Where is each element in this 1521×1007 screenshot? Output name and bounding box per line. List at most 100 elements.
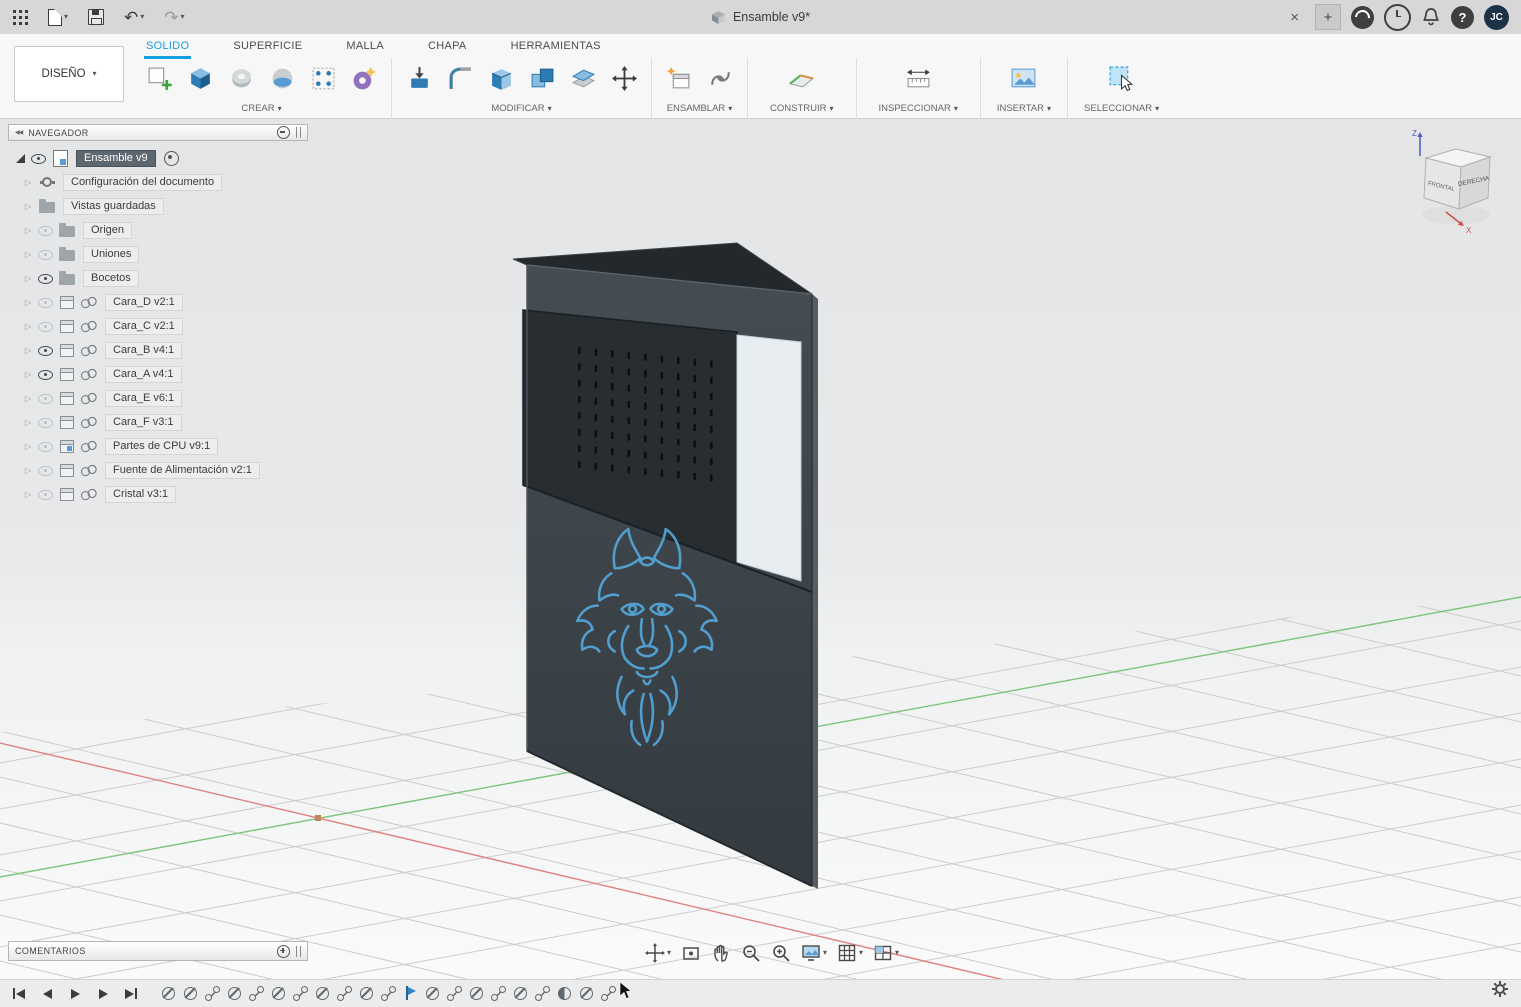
coil-button[interactable] (346, 59, 382, 97)
new-component-button[interactable] (661, 59, 697, 97)
insert-image-button[interactable] (1006, 59, 1042, 97)
undo-button[interactable]: ↶ ▾ (121, 4, 147, 30)
tree-item-named-views[interactable]: ▷ Vistas guardadas (8, 194, 328, 218)
step-forward-button[interactable] (92, 985, 114, 1003)
notifications-bell-icon[interactable] (1421, 6, 1441, 28)
section-feature-icon[interactable] (556, 985, 573, 1002)
joint-feature-icon[interactable] (600, 985, 617, 1002)
group-label-inspeccionar[interactable]: INSPECCIONAR ▾ (879, 103, 958, 114)
visibility-eye-icon[interactable] (36, 462, 56, 478)
create-sketch-button[interactable] (141, 59, 177, 97)
expand-arrow-icon[interactable]: ▷ (20, 418, 36, 427)
ground-feature-icon[interactable] (314, 985, 331, 1002)
expand-arrow-icon[interactable]: ▷ (20, 346, 36, 355)
ground-feature-icon[interactable] (468, 985, 485, 1002)
display-settings-button[interactable]: ▾ (798, 941, 830, 965)
expand-arrow-icon[interactable]: ▷ (20, 298, 36, 307)
visibility-eye-icon[interactable] (36, 486, 56, 502)
joint-feature-icon[interactable] (490, 985, 507, 1002)
visibility-eye-icon[interactable] (36, 342, 56, 358)
ground-feature-icon[interactable] (424, 985, 441, 1002)
close-tab-button[interactable]: × (1290, 9, 1299, 26)
joint-feature-icon[interactable] (248, 985, 265, 1002)
tree-item-cristal[interactable]: ▷ Cristal v3:1 (8, 482, 328, 506)
expand-arrow-icon[interactable]: ▷ (20, 442, 36, 451)
user-avatar[interactable]: JC (1484, 4, 1509, 30)
select-button[interactable] (1104, 59, 1140, 97)
visibility-eye-icon[interactable] (36, 270, 56, 286)
group-label-crear[interactable]: CREAR ▾ (241, 103, 281, 114)
tree-item-cara-b[interactable]: ▷ Cara_B v4:1 (8, 338, 328, 362)
visibility-eye-icon[interactable] (36, 366, 56, 382)
visibility-eye-icon[interactable] (36, 438, 56, 454)
tree-item-cara-c[interactable]: ▷ Cara_C v2:1 (8, 314, 328, 338)
panel-grip-icon[interactable] (296, 127, 301, 138)
viewports-button[interactable]: ▾ (870, 941, 902, 965)
new-tab-button[interactable]: + (1315, 4, 1341, 30)
ground-feature-icon[interactable] (578, 985, 595, 1002)
tree-item-document-settings[interactable]: ▷ Configuración del documento (8, 170, 328, 194)
ground-feature-icon[interactable] (226, 985, 243, 1002)
joint-feature-icon[interactable] (292, 985, 309, 1002)
tree-item-origin[interactable]: ▷ Origen (8, 218, 328, 242)
job-status-icon[interactable] (1384, 3, 1411, 31)
expand-arrow-icon[interactable]: ▷ (20, 466, 36, 475)
measure-button[interactable] (900, 59, 936, 97)
view-cube[interactable]: FRONTAL DERECHA Z X (1398, 126, 1508, 241)
construction-plane-button[interactable] (784, 59, 820, 97)
look-at-button[interactable] (678, 941, 704, 965)
expand-comments-icon[interactable] (277, 944, 290, 958)
shell-button[interactable] (483, 59, 519, 97)
tree-item-cara-e[interactable]: ▷ Cara_E v6:1 (8, 386, 328, 410)
expand-arrow-icon[interactable]: ▷ (20, 274, 36, 283)
sphere-button[interactable] (264, 59, 300, 97)
visibility-eye-icon[interactable] (36, 222, 56, 238)
extensions-icon[interactable] (1351, 5, 1374, 29)
panel-grip-icon[interactable] (296, 945, 301, 957)
tree-item-cara-f[interactable]: ▷ Cara_F v3:1 (8, 410, 328, 434)
press-pull-button[interactable] (401, 59, 437, 97)
timeline-settings-gear-icon[interactable] (1491, 980, 1509, 1003)
pan-button[interactable] (708, 941, 734, 965)
tree-item-partes-cpu[interactable]: ▷ Partes de CPU v9:1 (8, 434, 328, 458)
expand-arrow-icon[interactable]: ▷ (20, 202, 36, 211)
expand-arrow-icon[interactable]: ▷ (20, 178, 36, 187)
group-label-modificar[interactable]: MODIFICAR ▾ (491, 103, 551, 114)
timeline-marker-cursor-icon[interactable] (619, 981, 633, 1005)
visibility-eye-icon[interactable] (29, 150, 49, 166)
go-to-start-button[interactable] (8, 985, 30, 1003)
pattern-button[interactable] (305, 59, 341, 97)
ground-feature-icon[interactable] (270, 985, 287, 1002)
activate-component-radio[interactable] (163, 150, 179, 166)
app-grid-menu-button[interactable] (10, 4, 31, 30)
offset-face-button[interactable] (565, 59, 601, 97)
play-button[interactable] (64, 985, 86, 1003)
joint-feature-icon[interactable] (446, 985, 463, 1002)
comments-panel-header[interactable]: COMENTARIOS (8, 941, 308, 961)
step-back-button[interactable] (36, 985, 58, 1003)
tree-item-cara-a[interactable]: ▷ Cara_A v4:1 (8, 362, 328, 386)
help-icon[interactable]: ? (1451, 5, 1474, 29)
tree-item-root[interactable]: Ensamble v9 (8, 146, 328, 170)
visibility-eye-icon[interactable] (36, 318, 56, 334)
joint-feature-icon[interactable] (380, 985, 397, 1002)
joint-button[interactable] (702, 59, 738, 97)
expand-arrow-icon[interactable]: ▷ (20, 394, 36, 403)
design-workspace-dropdown[interactable]: DISEÑO ▾ (14, 46, 124, 102)
visibility-eye-icon[interactable] (36, 246, 56, 262)
visibility-eye-icon[interactable] (36, 390, 56, 406)
tree-item-cara-d[interactable]: ▷ Cara_D v2:1 (8, 290, 328, 314)
fit-button[interactable] (768, 941, 794, 965)
joint-feature-icon[interactable] (204, 985, 221, 1002)
go-to-end-button[interactable] (120, 985, 142, 1003)
move-button[interactable] (606, 59, 642, 97)
group-label-insertar[interactable]: INSERTAR ▾ (997, 103, 1051, 114)
group-label-construir[interactable]: CONSTRUIR ▾ (770, 103, 834, 114)
grid-settings-button[interactable]: ▾ (834, 941, 866, 965)
minimize-panel-icon[interactable] (277, 126, 290, 139)
redo-button[interactable]: ↷ ▾ (161, 4, 187, 30)
ground-feature-icon[interactable] (160, 985, 177, 1002)
orbit-button[interactable]: ▾ (642, 941, 674, 965)
expanded-indicator-icon[interactable] (16, 153, 25, 163)
joint-feature-icon[interactable] (336, 985, 353, 1002)
